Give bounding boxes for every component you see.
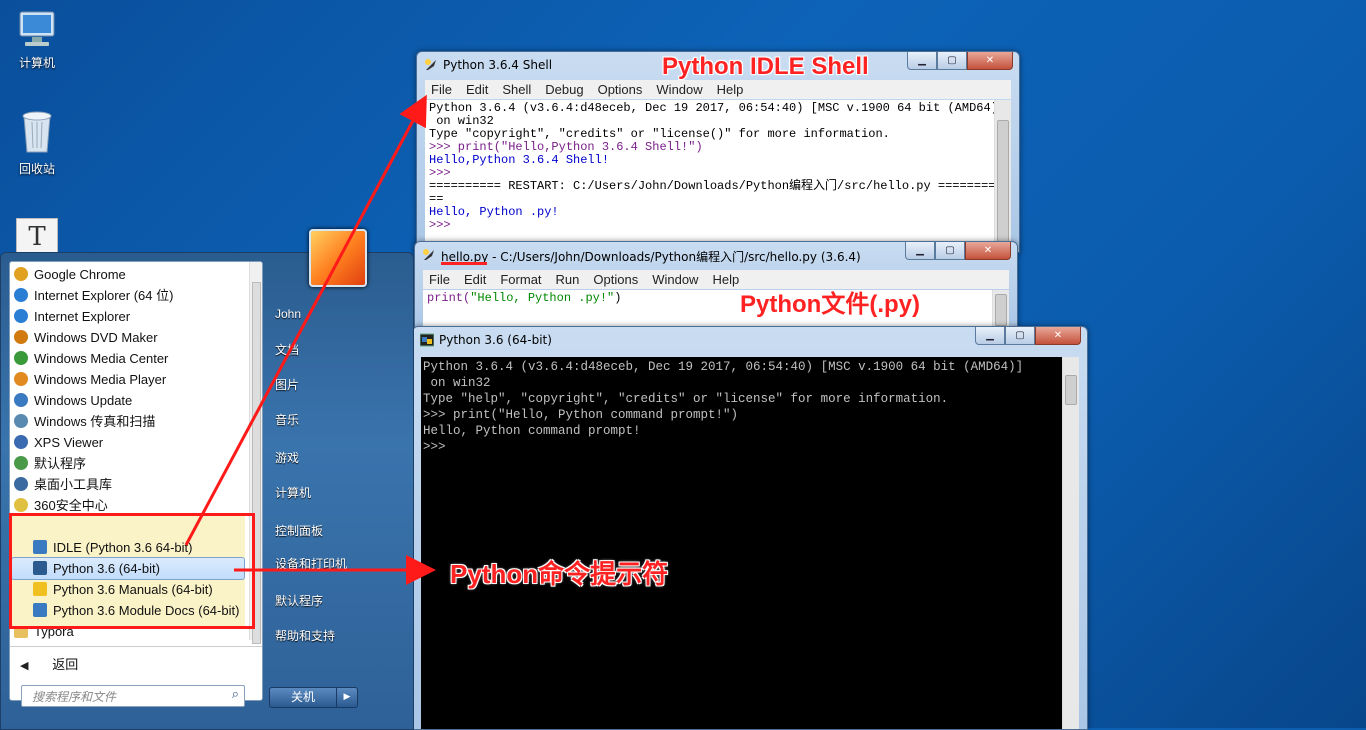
annotation-idle-shell: Python IDLE Shell bbox=[662, 53, 869, 80]
arrow-to-idle-shell bbox=[184, 94, 427, 546]
annotation-py-file: Python文件(.py) bbox=[740, 291, 920, 318]
annotation-cmd-prompt: Python命令提示符 bbox=[450, 559, 669, 589]
annotation-arrows bbox=[184, 94, 436, 585]
